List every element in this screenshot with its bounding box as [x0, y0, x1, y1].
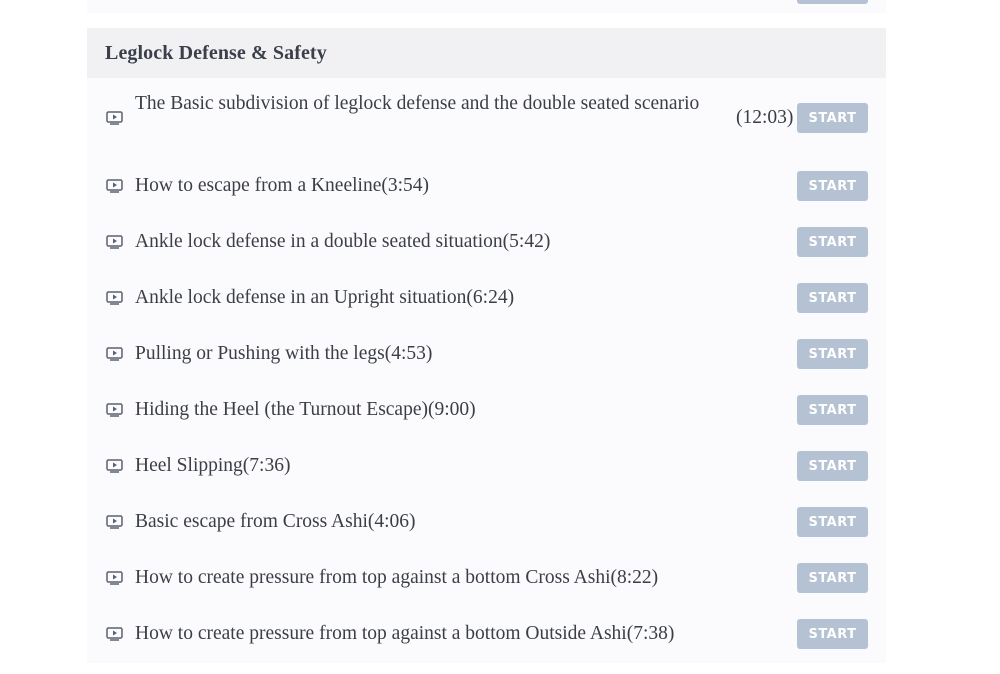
video-play-icon	[106, 111, 123, 125]
lesson-item[interactable]: How to create pressure from top against …	[87, 606, 886, 662]
video-play-icon	[106, 291, 123, 305]
lesson-item[interactable]: Heel Slipping(7:36) START	[87, 438, 886, 494]
video-play-icon	[106, 179, 123, 193]
lesson-item[interactable]: The Basic subdivision of leglock defense…	[87, 78, 886, 158]
start-button[interactable]: START	[797, 451, 868, 481]
previous-section-tail	[87, 0, 886, 13]
lesson-item[interactable]: Ankle lock defense in a double seated si…	[87, 214, 886, 270]
lesson-item[interactable]: Ankle lock defense in an Upright situati…	[87, 270, 886, 326]
start-button[interactable]: START	[797, 339, 868, 369]
lesson-title[interactable]: Heel Slipping(7:36)	[135, 452, 290, 479]
start-button[interactable]: START	[797, 171, 868, 201]
course-section: Leglock Defense & Safety The Basic subdi…	[87, 28, 886, 663]
video-play-icon	[106, 459, 123, 473]
lesson-title[interactable]: The Basic subdivision of leglock defense…	[135, 90, 735, 117]
lesson-title[interactable]: Ankle lock defense in an Upright situati…	[135, 284, 514, 311]
lesson-title[interactable]: How to escape from a Kneeline(3:54)	[135, 172, 429, 199]
start-button[interactable]: START	[797, 563, 868, 593]
start-button[interactable]: START	[797, 395, 868, 425]
lesson-item[interactable]: How to escape from a Kneeline(3:54) STAR…	[87, 158, 886, 214]
lesson-title[interactable]: Ankle lock defense in a double seated si…	[135, 228, 550, 255]
lesson-duration: (12:03)	[736, 107, 794, 128]
video-play-icon	[106, 515, 123, 529]
video-play-icon	[106, 235, 123, 249]
video-play-icon	[106, 571, 123, 585]
lesson-title[interactable]: Basic escape from Cross Ashi(4:06)	[135, 508, 416, 535]
start-button[interactable]: START	[797, 619, 868, 649]
video-play-icon	[106, 347, 123, 361]
lesson-item[interactable]: Hiding the Heel (the Turnout Escape)(9:0…	[87, 382, 886, 438]
section-title: Leglock Defense & Safety	[105, 41, 327, 64]
start-button[interactable]: START	[797, 103, 868, 133]
video-play-icon	[106, 403, 123, 417]
section-header: Leglock Defense & Safety	[87, 28, 886, 78]
lesson-title[interactable]: Hiding the Heel (the Turnout Escape)(9:0…	[135, 396, 476, 423]
lesson-item[interactable]: Basic escape from Cross Ashi(4:06) START	[87, 494, 886, 550]
lesson-title[interactable]: How to create pressure from top against …	[135, 564, 658, 591]
lesson-title[interactable]: How to create pressure from top against …	[135, 620, 674, 647]
lesson-item[interactable]: Pulling or Pushing with the legs(4:53) S…	[87, 326, 886, 382]
start-button[interactable]: START	[797, 227, 868, 257]
start-button[interactable]: START	[797, 507, 868, 537]
start-button[interactable]: START	[797, 283, 868, 313]
previous-start-button-tail[interactable]	[797, 0, 868, 4]
lesson-item[interactable]: How to create pressure from top against …	[87, 550, 886, 606]
lesson-title[interactable]: Pulling or Pushing with the legs(4:53)	[135, 340, 432, 367]
video-play-icon	[106, 627, 123, 641]
